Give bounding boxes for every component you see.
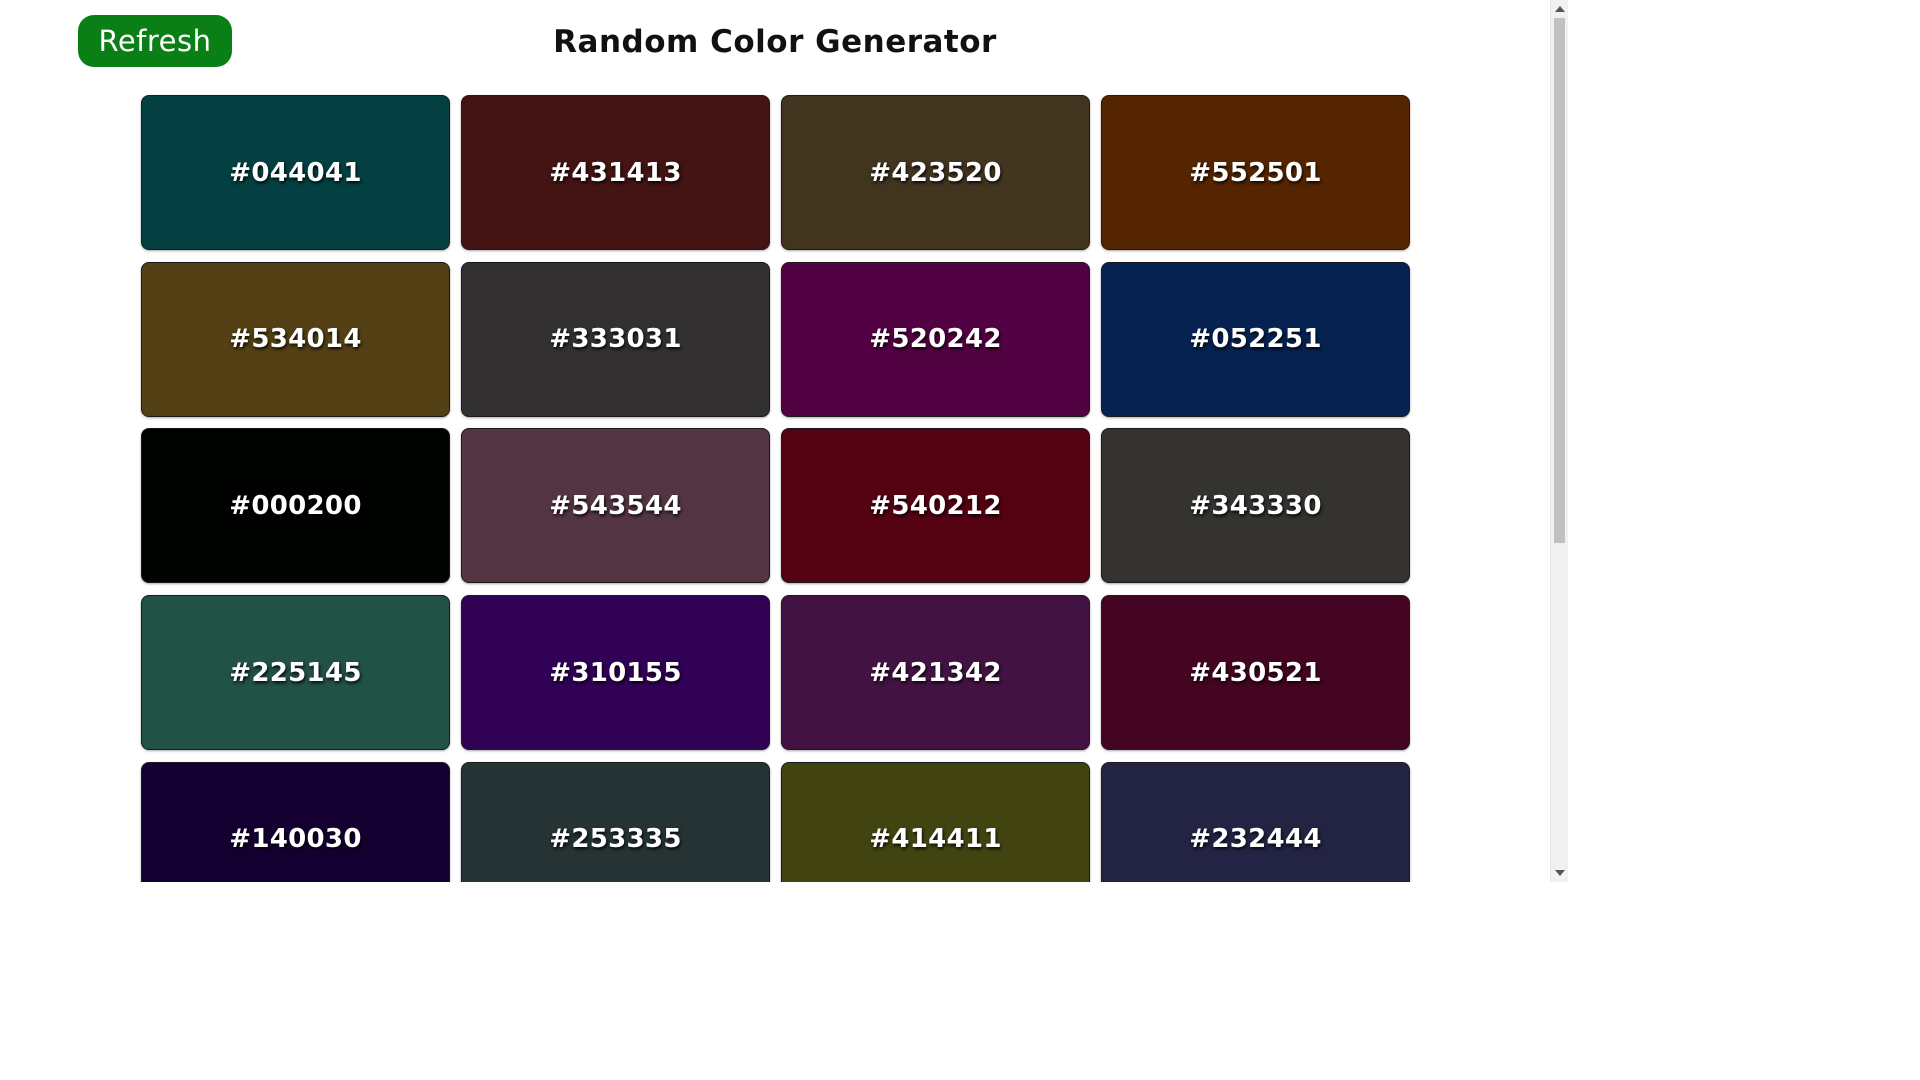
color-swatch[interactable]: #000200 — [141, 428, 450, 584]
color-hex-label: #540212 — [869, 490, 1002, 521]
color-swatch[interactable]: #421342 — [781, 595, 1090, 751]
color-hex-label: #430521 — [1189, 657, 1322, 688]
vertical-scrollbar[interactable] — [1550, 0, 1568, 882]
color-swatch[interactable]: #232444 — [1101, 761, 1410, 882]
color-swatch[interactable]: #333031 — [461, 261, 770, 417]
page-title: Random Color Generator — [553, 24, 997, 60]
color-swatch[interactable]: #540212 — [781, 428, 1090, 584]
color-hex-label: #140030 — [229, 824, 362, 855]
color-hex-label: #431413 — [549, 157, 682, 188]
color-grid: #044041 #431413 #423520 #552501 #534014 #3330… — [141, 95, 1410, 882]
color-swatch[interactable]: #253335 — [461, 761, 770, 882]
color-hex-label: #552501 — [1189, 157, 1322, 188]
color-swatch[interactable]: #430521 — [1101, 595, 1410, 751]
color-swatch[interactable]: #423520 — [781, 95, 1090, 250]
color-hex-label: #520242 — [869, 324, 1002, 355]
page: Refresh Random Color Generator #044041 #4… — [0, 0, 1568, 882]
color-swatch[interactable]: #052251 — [1101, 261, 1410, 417]
color-hex-label: #225145 — [229, 657, 362, 688]
color-hex-label: #000200 — [229, 490, 362, 521]
scroll-down-arrow-icon[interactable] — [1555, 870, 1565, 876]
color-hex-label: #333031 — [549, 324, 682, 355]
color-swatch[interactable]: #534014 — [141, 261, 450, 417]
color-hex-label: #044041 — [229, 157, 362, 188]
color-hex-label: #310155 — [549, 657, 682, 688]
color-hex-label: #543544 — [549, 490, 682, 521]
color-swatch[interactable]: #140030 — [141, 761, 450, 882]
color-hex-label: #534014 — [229, 324, 362, 355]
color-swatch[interactable]: #343330 — [1101, 428, 1410, 584]
color-hex-label: #253335 — [549, 824, 682, 855]
color-swatch[interactable]: #520242 — [781, 261, 1090, 417]
color-hex-label: #052251 — [1189, 324, 1322, 355]
color-swatch[interactable]: #543544 — [461, 428, 770, 584]
color-hex-label: #423520 — [869, 157, 1002, 188]
color-swatch[interactable]: #225145 — [141, 595, 450, 751]
color-hex-label: #232444 — [1189, 824, 1322, 855]
color-hex-label: #421342 — [869, 657, 1002, 688]
color-swatch[interactable]: #552501 — [1101, 95, 1410, 250]
color-swatch[interactable]: #431413 — [461, 95, 770, 250]
color-swatch[interactable]: #044041 — [141, 95, 450, 250]
scroll-thumb[interactable] — [1554, 18, 1565, 543]
scroll-up-arrow-icon[interactable] — [1555, 6, 1565, 12]
color-hex-label: #414411 — [869, 824, 1002, 855]
color-hex-label: #343330 — [1189, 490, 1322, 521]
color-swatch[interactable]: #414411 — [781, 761, 1090, 882]
color-swatch[interactable]: #310155 — [461, 595, 770, 751]
